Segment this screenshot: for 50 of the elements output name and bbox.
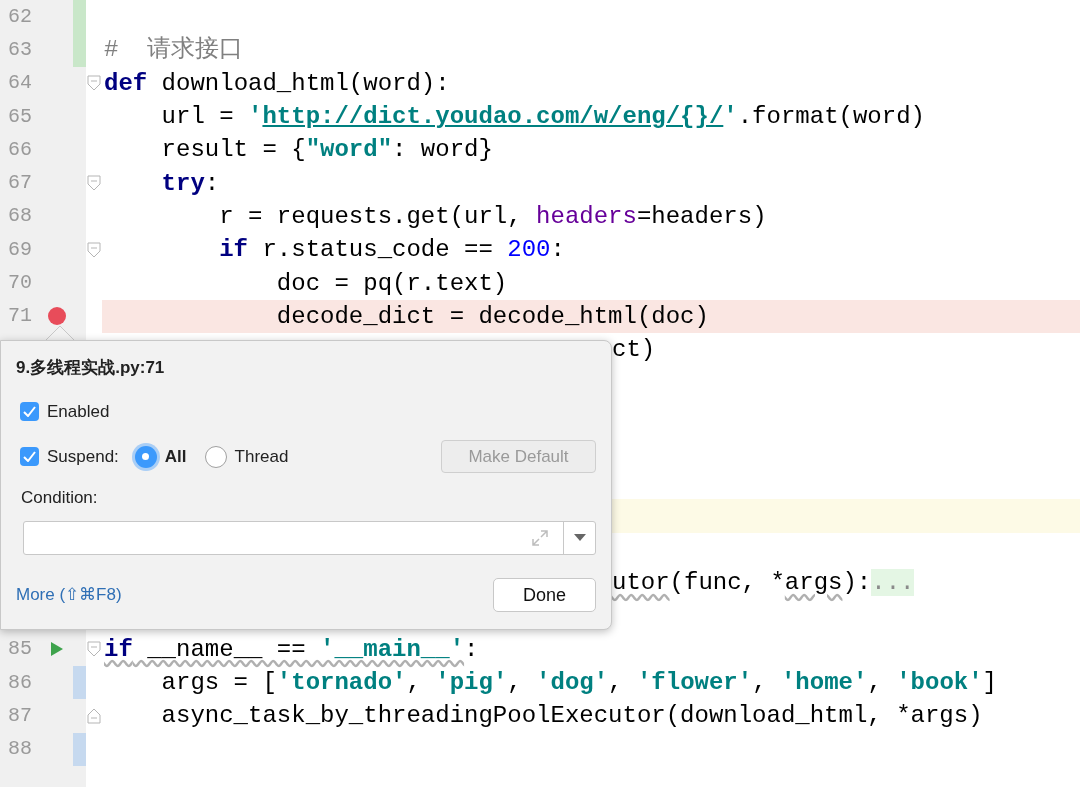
line-number: 87 xyxy=(7,702,33,729)
line-number: 66 xyxy=(7,136,33,163)
code-line: try: xyxy=(160,168,220,199)
fold-icon[interactable] xyxy=(87,75,101,92)
code-line: if __name__ == '__main__': xyxy=(104,634,479,665)
expand-icon[interactable] xyxy=(531,528,549,547)
code-line: r = requests.get(url, headers=headers) xyxy=(218,201,767,232)
dialog-title: 9.多线程实战.py:71 xyxy=(16,357,166,379)
line-number: 88 xyxy=(7,736,33,763)
radio-label: Thread xyxy=(234,445,289,468)
breakpoint-icon[interactable] xyxy=(47,307,66,326)
run-icon[interactable] xyxy=(50,642,63,657)
enabled-checkbox[interactable] xyxy=(20,401,39,421)
suspend-checkbox[interactable] xyxy=(20,447,39,466)
done-button[interactable]: Done xyxy=(493,578,596,612)
more-link[interactable]: More (⇧⌘F8) xyxy=(16,582,122,608)
code-line: async_task_by_threadingPoolExecutor(download_html, *args) xyxy=(160,701,983,732)
code-line: if r.status_code == 200: xyxy=(218,235,565,266)
radio-button[interactable] xyxy=(204,445,227,468)
radio-button[interactable] xyxy=(134,445,157,468)
line-number: 63 xyxy=(7,36,33,63)
code-line: args = ['tornado', 'pig', 'dog', 'flower', 'home', 'book'] xyxy=(160,668,997,699)
code-line: def download_html(word): xyxy=(104,68,450,99)
line-number: 67 xyxy=(7,170,33,197)
line-number: 86 xyxy=(7,669,33,696)
fold-icon[interactable] xyxy=(87,175,101,192)
line-number: 69 xyxy=(7,236,33,263)
code-line: decode_dict = decode_html(doc) xyxy=(275,301,709,332)
condition-field[interactable] xyxy=(23,520,596,555)
code-line: # 请求接口 xyxy=(104,35,244,66)
line-number: 62 xyxy=(7,3,33,30)
code-line: result = {"word": word} xyxy=(160,135,493,166)
fold-icon[interactable] xyxy=(87,707,101,724)
code-line: doc = pq(r.text) xyxy=(275,268,508,299)
radio-label: All xyxy=(164,445,187,468)
code-line: utor(func, *args):... xyxy=(612,568,915,599)
fold-icon[interactable] xyxy=(87,641,101,658)
line-number: 70 xyxy=(7,270,33,296)
checkbox-label: Enabled xyxy=(47,400,110,423)
url-link[interactable]: http://dict.youdao.com/w/eng/{}/ xyxy=(262,103,724,131)
line-number: 71 xyxy=(7,303,33,330)
code-line: url = 'http://dict.youdao.com/w/eng/{}/'.format(word) xyxy=(160,102,925,133)
line-number: 68 xyxy=(7,203,33,230)
code-line: ct) xyxy=(612,335,656,366)
checkbox-label: Suspend: xyxy=(47,445,119,468)
condition-label: Condition: xyxy=(20,487,99,509)
line-number: 64 xyxy=(7,70,33,97)
fold-icon[interactable] xyxy=(87,241,101,258)
line-number: 65 xyxy=(7,103,33,130)
line-number: 85 xyxy=(7,636,33,663)
